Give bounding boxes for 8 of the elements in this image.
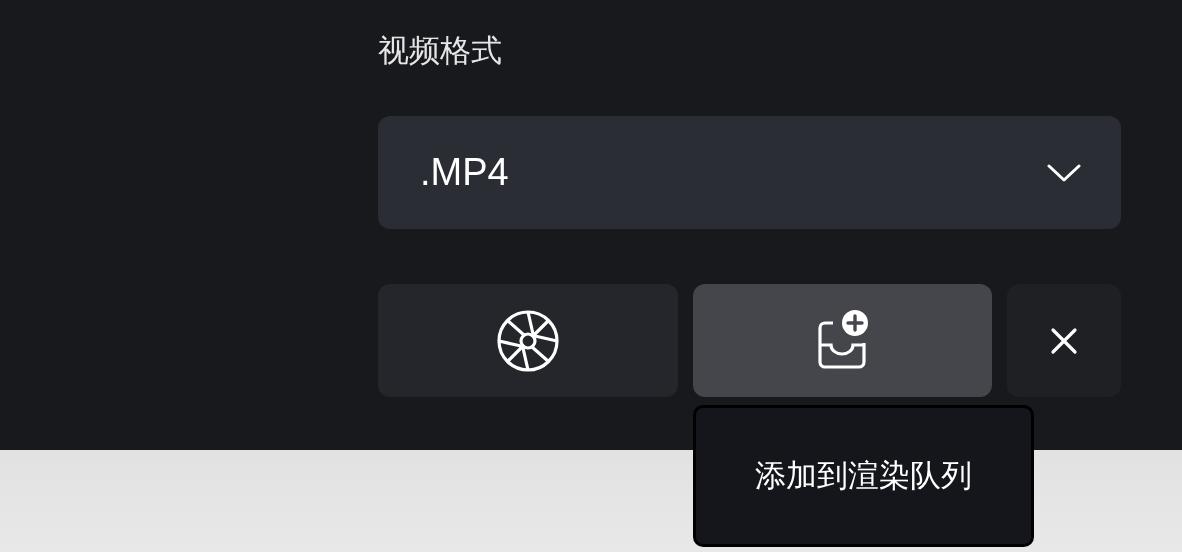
- tooltip: 添加到渲染队列: [693, 405, 1034, 547]
- snapshot-button[interactable]: [378, 284, 678, 397]
- aperture-icon: [496, 308, 560, 373]
- close-icon: [1050, 326, 1078, 355]
- field-label: 视频格式: [378, 31, 502, 70]
- add-to-queue-button[interactable]: [693, 284, 992, 397]
- format-dropdown[interactable]: .MP4: [378, 116, 1121, 229]
- chevron-down-icon: [1047, 162, 1081, 183]
